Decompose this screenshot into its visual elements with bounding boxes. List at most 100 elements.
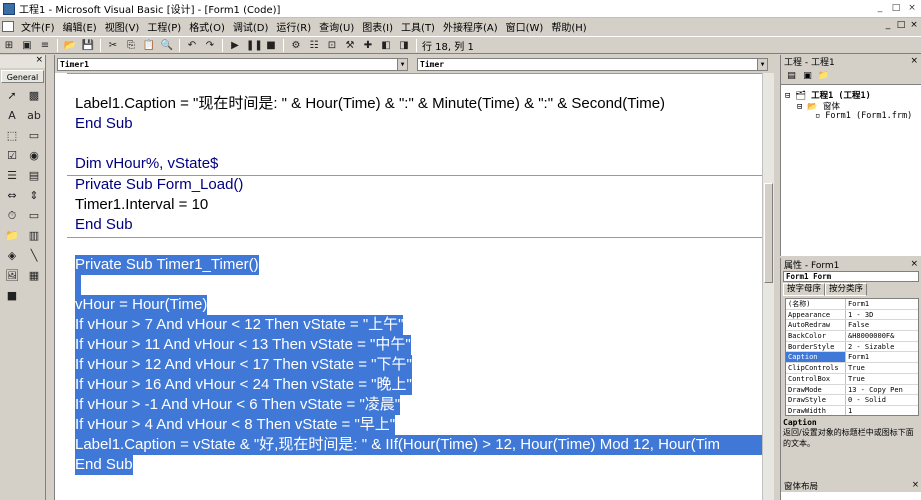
code-line-selected[interactable]: End Sub [75, 455, 133, 475]
find-icon[interactable]: 🔍 [160, 39, 174, 52]
tab-alphabetic[interactable]: 按字母序 [783, 283, 826, 296]
property-value[interactable]: 13 - Copy Pen [846, 385, 903, 395]
tree-item-form1[interactable]: ▫ Form1 (Form1.frm) [785, 111, 921, 122]
object-browser-icon[interactable]: ⚒ [343, 39, 357, 52]
code-vertical-scrollbar[interactable] [762, 73, 774, 500]
vscrollbar-icon[interactable]: ⇕ [25, 187, 43, 204]
form-layout-icon[interactable]: ⊡ [325, 39, 339, 52]
properties-close-button[interactable]: × [910, 259, 918, 269]
object-selector[interactable]: Form1 Form [783, 271, 919, 282]
combobox-icon[interactable]: ☰ [3, 167, 21, 184]
code-line[interactable]: Private Sub Form_Load() [75, 175, 243, 195]
menu-run[interactable]: 运行(R) [272, 19, 315, 34]
procedure-combo[interactable]: Timer ▼ [417, 57, 768, 71]
code-line-selected[interactable]: If vHour > 11 And vHour < 13 Then vState… [75, 335, 411, 355]
property-row[interactable]: ControlBox True [786, 373, 918, 385]
minimize-button[interactable]: _ [873, 2, 887, 14]
menu-diagram[interactable]: 图表(I) [358, 19, 397, 34]
scrollbar-thumb[interactable] [764, 183, 773, 283]
property-row[interactable]: Appearance 1 - 3D [786, 309, 918, 321]
add-project-icon[interactable]: ⊞ [2, 39, 16, 52]
toolbox-icon[interactable]: ✚ [361, 39, 375, 52]
dirlistbox-icon[interactable]: 📁 [3, 227, 21, 244]
view-code-icon[interactable]: ▤ [785, 70, 798, 82]
property-value[interactable]: Form1 [846, 299, 869, 309]
code-line[interactable]: End Sub [75, 114, 133, 134]
property-value[interactable]: True [846, 374, 865, 384]
properties-window-icon[interactable]: ☷ [307, 39, 321, 52]
undo-icon[interactable]: ↶ [185, 39, 199, 52]
property-row[interactable]: BorderStyle 2 - Sizable [786, 341, 918, 353]
menu-format[interactable]: 格式(O) [185, 19, 229, 34]
object-combo[interactable]: Timer1 ▼ [57, 57, 408, 71]
toggle-folders-icon[interactable]: 📁 [817, 70, 830, 82]
code-line-selected[interactable]: If vHour > 7 And vHour < 12 Then vState … [75, 315, 404, 335]
property-value[interactable]: 2 - Sizable [846, 342, 894, 352]
property-row[interactable]: DrawMode 13 - Copy Pen [786, 384, 918, 396]
mdi-close-button[interactable]: × [909, 20, 919, 30]
property-value[interactable]: 1 - 3D [846, 310, 873, 320]
pointer-icon[interactable]: ➚ [3, 87, 21, 104]
end-icon[interactable]: ■ [264, 39, 278, 52]
property-row-selected[interactable]: Caption Form1 [786, 352, 918, 364]
drivelistbox-icon[interactable]: ▭ [25, 207, 43, 224]
property-row[interactable]: DrawStyle 0 - Solid [786, 395, 918, 406]
code-editor[interactable]: Label1.Caption = "现在时间是: " & Hour(Time) … [55, 73, 774, 500]
property-row[interactable]: DrawWidth 1 [786, 405, 918, 415]
save-project-icon[interactable]: 💾 [81, 39, 95, 52]
code-line-selected[interactable]: If vHour > -1 And vHour < 6 Then vState … [75, 395, 401, 415]
code-line[interactable]: Dim vHour%, vState$ [75, 154, 218, 174]
menu-edit[interactable]: 编辑(E) [59, 19, 101, 34]
property-row[interactable]: BackColor &H8000000F& [786, 331, 918, 342]
menu-file[interactable]: 文件(F) [17, 19, 59, 34]
toolbox-tab-general[interactable]: General [1, 70, 44, 83]
line-icon[interactable]: ╲ [25, 247, 43, 264]
project-explorer-icon[interactable]: ⚙ [289, 39, 303, 52]
property-value[interactable]: True [846, 363, 865, 373]
property-value[interactable]: 0 - Solid [846, 395, 886, 405]
code-line-selected[interactable]: Label1.Caption = vState & "好,现在时间是: " & … [75, 435, 762, 455]
textbox-icon[interactable]: ab [25, 107, 43, 124]
open-project-icon[interactable]: 📂 [63, 39, 77, 52]
menu-view[interactable]: 视图(V) [101, 19, 144, 34]
property-value[interactable]: 1 [846, 406, 852, 415]
image-icon[interactable]: 🖼 [3, 267, 21, 284]
start-icon[interactable]: ▶ [228, 39, 242, 52]
code-line-selected[interactable]: If vHour > 16 And vHour < 24 Then vState… [75, 375, 412, 395]
mdi-minimize-button[interactable]: _ [883, 20, 893, 30]
menu-editor-icon[interactable]: ≡ [38, 39, 52, 52]
property-value[interactable]: &H8000000F& [846, 331, 894, 341]
chevron-down-icon[interactable]: ▼ [397, 58, 407, 70]
listbox-icon[interactable]: ▤ [25, 167, 43, 184]
shape-icon[interactable]: ◈ [3, 247, 21, 264]
document-icon[interactable] [2, 20, 14, 32]
commandbutton-icon[interactable]: ▭ [25, 127, 43, 144]
code-line-selected[interactable]: vHour = Hour(Time) [75, 295, 208, 315]
code-line[interactable]: End Sub [75, 215, 133, 235]
picturebox-icon[interactable]: ▩ [25, 87, 43, 104]
filelistbox-icon[interactable]: ▥ [25, 227, 43, 244]
chevron-down-icon[interactable]: ▼ [757, 58, 767, 70]
property-row[interactable]: AutoRedraw False [786, 320, 918, 332]
data-view-icon[interactable]: ◧ [379, 39, 393, 52]
tree-item-forms-folder[interactable]: ⊟ 📂 窗体 [785, 100, 921, 112]
tree-item-project[interactable]: ⊟ 🗂 工程1 (工程1) [785, 89, 921, 101]
project-explorer-close-button[interactable]: × [910, 56, 918, 66]
paste-icon[interactable]: 📋 [142, 39, 156, 52]
menu-query[interactable]: 查询(U) [315, 19, 358, 34]
maximize-button[interactable]: □ [889, 2, 903, 14]
checkbox-icon[interactable]: ☑ [3, 147, 21, 164]
code-line-selected[interactable]: Private Sub Timer1_Timer() [75, 255, 259, 275]
property-row[interactable]: (名称) Form1 [786, 299, 918, 310]
form-layout-close-button[interactable]: × [912, 480, 919, 492]
optionbutton-icon[interactable]: ◉ [25, 147, 43, 164]
timer-icon[interactable]: ⏱ [3, 207, 21, 224]
mdi-restore-button[interactable]: □ [896, 20, 906, 30]
cut-icon[interactable]: ✂ [106, 39, 120, 52]
property-row[interactable]: ClipControls True [786, 363, 918, 374]
code-line-selected[interactable]: If vHour > 12 And vHour < 17 Then vState… [75, 355, 412, 375]
menu-addins[interactable]: 外接程序(A) [439, 19, 502, 34]
frame-icon[interactable]: ⬚ [3, 127, 21, 144]
tab-categorized[interactable]: 按分类序 [825, 283, 868, 296]
code-line[interactable]: Label1.Caption = "现在时间是: " & Hour(Time) … [75, 94, 665, 114]
